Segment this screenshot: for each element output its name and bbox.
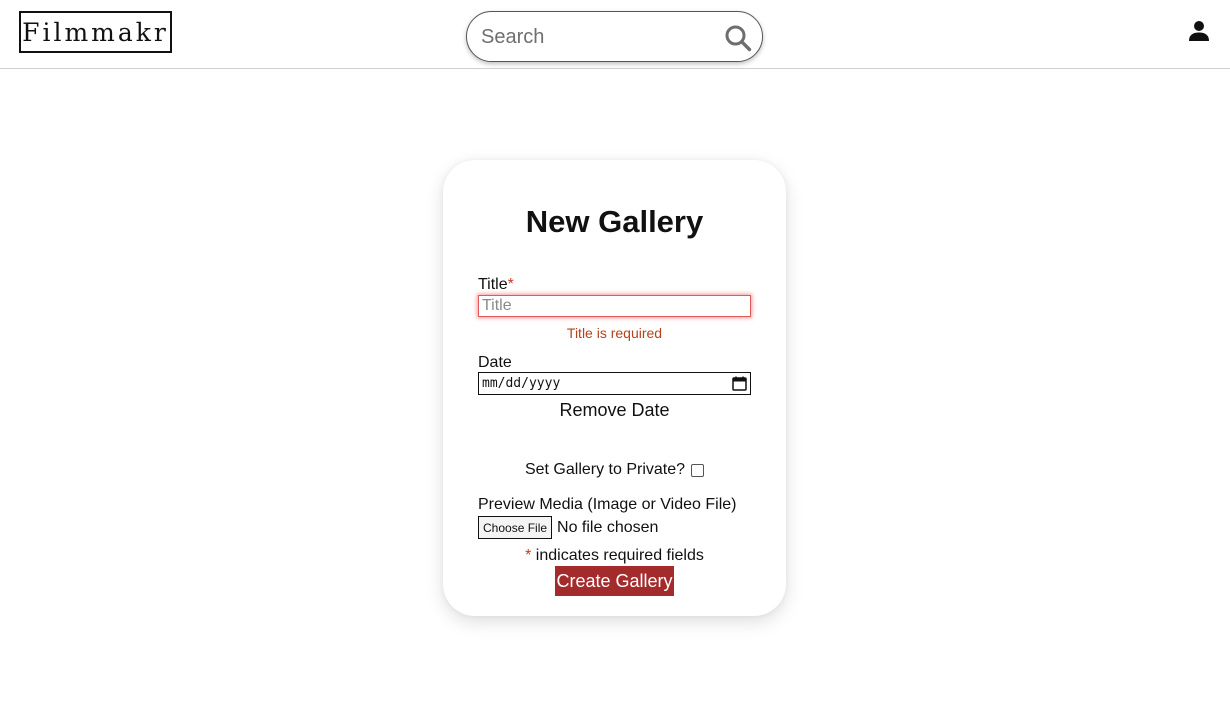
search-icon[interactable]	[724, 24, 752, 52]
private-toggle-row: Set Gallery to Private?	[443, 461, 786, 479]
page-title: New Gallery	[525, 204, 704, 239]
private-checkbox[interactable]	[691, 463, 705, 477]
new-gallery-card: New Gallery Title* Title is required Dat…	[443, 160, 786, 616]
user-icon[interactable]	[1187, 19, 1211, 43]
preview-media-label: Preview Media (Image or Video File)	[478, 496, 737, 513]
search-input[interactable]	[481, 23, 711, 51]
required-marker: *	[507, 276, 514, 293]
date-label: Date	[478, 354, 512, 371]
create-gallery-button[interactable]: Create Gallery	[555, 566, 674, 596]
title-error-message: Title is required	[566, 325, 663, 341]
required-note-text: indicates required fields	[531, 547, 704, 564]
title-label: Title*	[478, 276, 514, 294]
file-picker: Choose File No file chosen	[478, 516, 658, 539]
private-label: Set Gallery to Private?	[524, 461, 686, 478]
title-input[interactable]	[478, 295, 751, 317]
title-label-text: Title	[478, 276, 508, 293]
remove-date-button[interactable]: Remove Date	[443, 400, 786, 421]
date-input[interactable]: mm/dd/yyyy	[478, 372, 751, 395]
logo[interactable]: Filmmakr	[19, 11, 172, 53]
date-placeholder: mm/dd/yyyy	[482, 376, 561, 391]
choose-file-button[interactable]: Choose File	[478, 516, 553, 539]
search-bar[interactable]	[466, 11, 763, 62]
file-status: No file chosen	[557, 518, 659, 536]
calendar-icon[interactable]	[732, 376, 747, 391]
top-navbar: Filmmakr	[0, 0, 1230, 69]
required-fields-note: * indicates required fields	[443, 547, 786, 565]
